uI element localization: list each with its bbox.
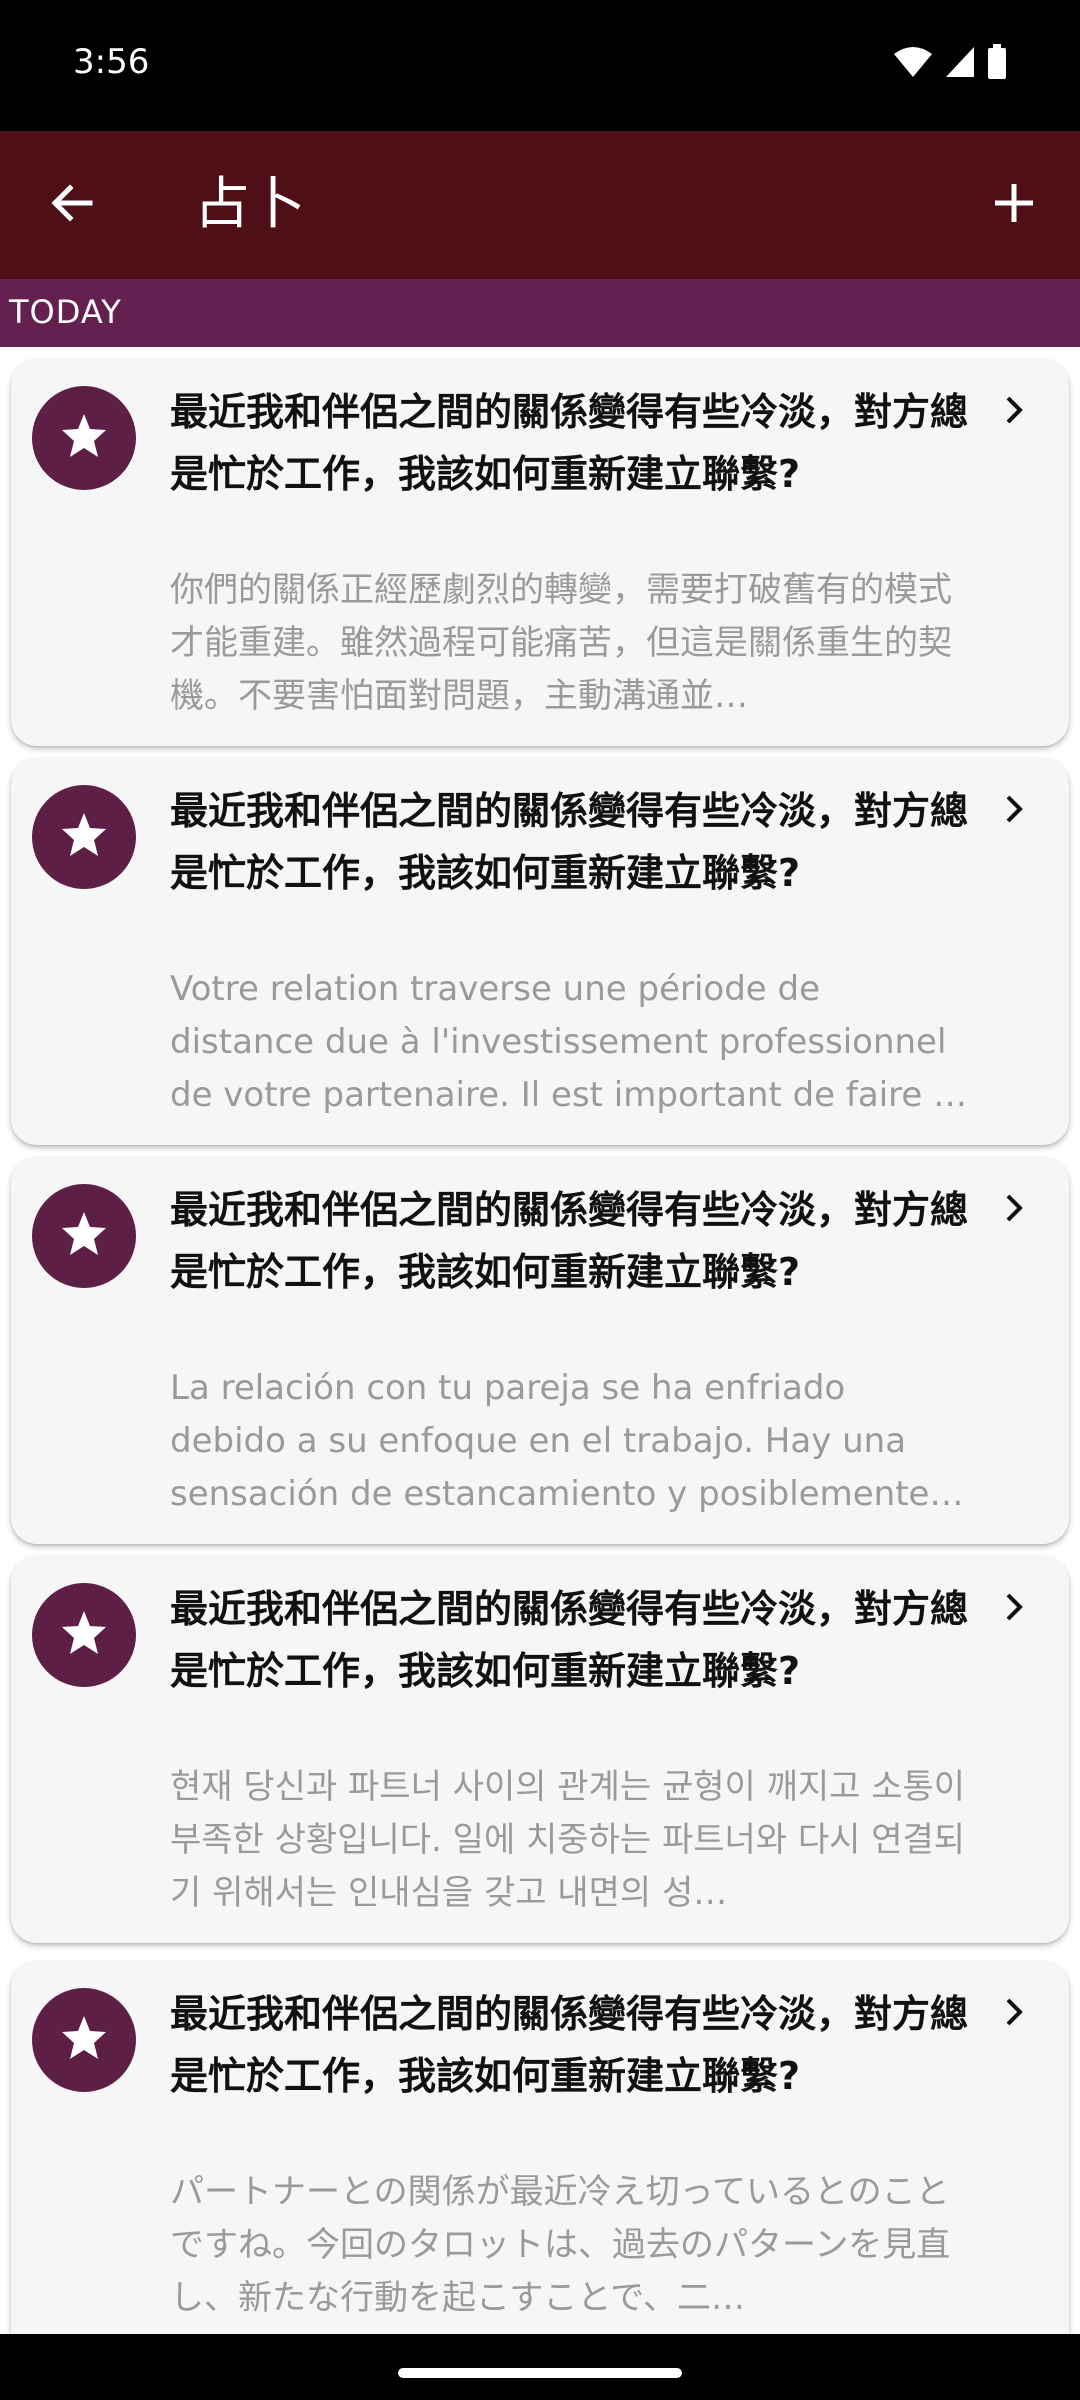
- battery-icon: [987, 44, 1007, 84]
- reading-list[interactable]: 最近我和伴侶之間的關係變得有些冷淡，對方總是忙於工作，我該如何重新建立聯繫? 你…: [0, 347, 1080, 2334]
- star-icon: [59, 1608, 109, 1662]
- card-avatar: [32, 1583, 136, 1687]
- star-icon: [59, 411, 109, 465]
- plus-icon: [992, 181, 1036, 229]
- card-avatar: [32, 386, 136, 490]
- card-body: Votre relation traverse une période de d…: [170, 969, 968, 1115]
- arrow-left-icon: [48, 179, 96, 231]
- card-body: La relación con tu pareja se ha enfriado…: [170, 1368, 964, 1514]
- card-avatar: [32, 785, 136, 889]
- card-body: パートナーとの関係が最近冷え切っているとのことですね。今回のタロットは、過去のパ…: [170, 2172, 951, 2318]
- status-time: 3:56: [73, 42, 150, 82]
- chevron-right-icon[interactable]: [989, 784, 1039, 834]
- status-icons: [893, 44, 1007, 84]
- star-icon: [59, 2013, 109, 2067]
- wifi-icon: [893, 46, 933, 82]
- chevron-right-icon[interactable]: [989, 385, 1039, 435]
- star-icon: [59, 810, 109, 864]
- status-bar: 3:56: [0, 0, 1080, 131]
- back-button[interactable]: [36, 169, 108, 241]
- card-body: 현재 당신과 파트너 사이의 관계는 균형이 깨지고 소통이 부족한 상황입니다…: [170, 1767, 966, 1913]
- reading-card[interactable]: 最近我和伴侶之間的關係變得有些冷淡，對方總是忙於工作，我該如何重新建立聯繫? 현…: [11, 1556, 1069, 1943]
- reading-card[interactable]: 最近我和伴侶之間的關係變得有些冷淡，對方總是忙於工作，我該如何重新建立聯繫? 你…: [11, 359, 1069, 746]
- chevron-right-icon[interactable]: [989, 1582, 1039, 1632]
- card-title: 最近我和伴侶之間的關係變得有些冷淡，對方總是忙於工作，我該如何重新建立聯繫?: [170, 1188, 969, 1294]
- page-title: 占卜: [194, 172, 306, 237]
- card-title: 最近我和伴侶之間的關係變得有些冷淡，對方總是忙於工作，我該如何重新建立聯繫?: [170, 390, 969, 496]
- star-icon: [59, 1209, 109, 1263]
- reading-card[interactable]: 最近我和伴侶之間的關係變得有些冷淡，對方總是忙於工作，我該如何重新建立聯繫? L…: [11, 1157, 1069, 1544]
- card-title: 最近我和伴侶之間的關係變得有些冷淡，對方總是忙於工作，我該如何重新建立聯繫?: [170, 1587, 969, 1693]
- card-body: 你們的關係正經歷劇烈的轉變，需要打破舊有的模式才能重建。雖然過程可能痛苦，但這是…: [170, 570, 952, 716]
- card-title: 最近我和伴侶之間的關係變得有些冷淡，對方總是忙於工作，我該如何重新建立聯繫?: [170, 1992, 969, 2098]
- app-bar: 占卜: [0, 131, 1080, 279]
- chevron-right-icon[interactable]: [989, 1183, 1039, 1233]
- add-button[interactable]: [978, 169, 1050, 241]
- navigation-bar: [0, 2334, 1080, 2400]
- reading-card[interactable]: 最近我和伴侶之間的關係變得有些冷淡，對方總是忙於工作，我該如何重新建立聯繫? パ…: [11, 1961, 1069, 2334]
- reading-card[interactable]: 最近我和伴侶之間的關係變得有些冷淡，對方總是忙於工作，我該如何重新建立聯繫? V…: [11, 758, 1069, 1145]
- signal-icon: [945, 46, 975, 82]
- chevron-right-icon[interactable]: [989, 1987, 1039, 2037]
- section-header: TODAY: [0, 279, 1080, 347]
- card-avatar: [32, 1184, 136, 1288]
- card-avatar: [32, 1988, 136, 2092]
- section-label: TODAY: [9, 293, 122, 331]
- home-indicator[interactable]: [398, 2368, 682, 2378]
- card-title: 最近我和伴侶之間的關係變得有些冷淡，對方總是忙於工作，我該如何重新建立聯繫?: [170, 789, 969, 895]
